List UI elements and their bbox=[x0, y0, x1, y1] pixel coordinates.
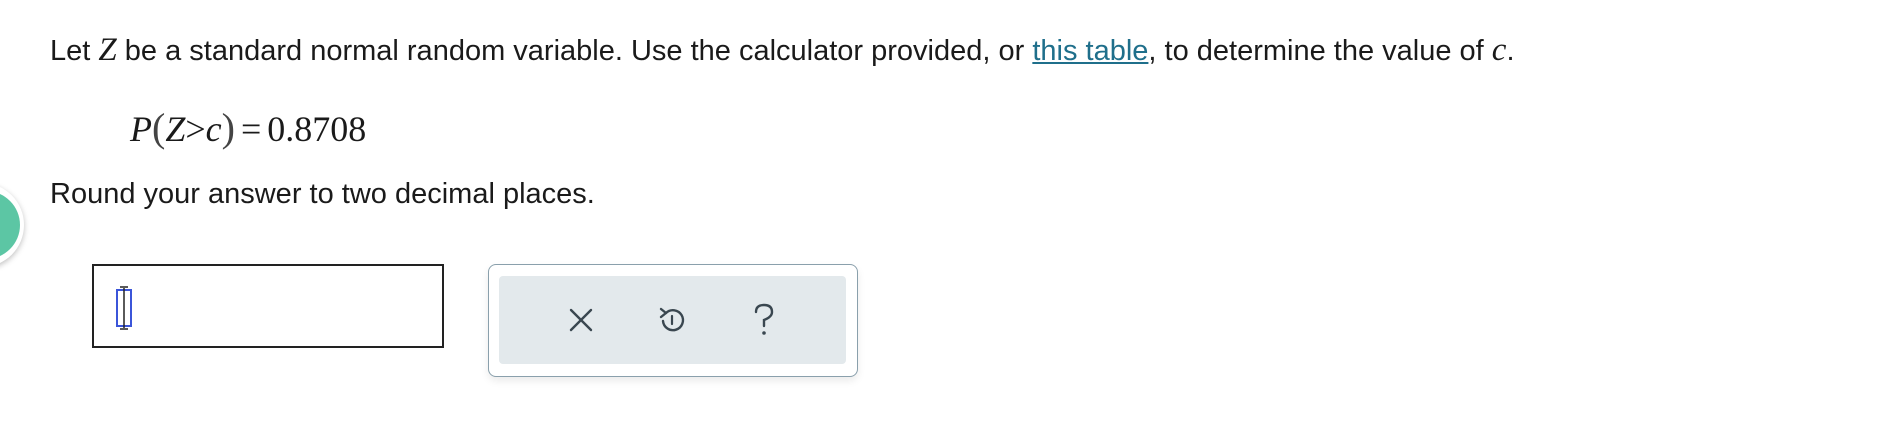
eq-equals: = bbox=[240, 109, 262, 149]
table-link[interactable]: this table bbox=[1032, 35, 1148, 67]
eq-value: 0.8708 bbox=[267, 109, 367, 149]
clear-button[interactable] bbox=[559, 298, 603, 342]
prompt-text-end: . bbox=[1506, 35, 1515, 67]
x-icon bbox=[569, 308, 593, 332]
toolbar-button-row bbox=[499, 276, 846, 364]
rounding-instruction: Round your answer to two decimal places. bbox=[50, 178, 595, 210]
probability-equation: P(Z>c) = 0.8708 bbox=[130, 104, 366, 151]
eq-open-paren: ( bbox=[152, 105, 166, 150]
prompt-text-after-link: , to determine the value of bbox=[1148, 35, 1492, 67]
text-cursor-icon bbox=[116, 286, 132, 330]
help-button[interactable] bbox=[742, 298, 786, 342]
prompt-text-start: Let bbox=[50, 35, 99, 67]
answer-toolbar bbox=[488, 264, 858, 377]
undo-button[interactable] bbox=[650, 298, 694, 342]
eq-close-paren: ) bbox=[221, 105, 235, 150]
prompt-text-middle: be a standard normal random variable. Us… bbox=[116, 35, 1033, 67]
undo-icon bbox=[660, 307, 685, 332]
eq-operator: > bbox=[185, 109, 206, 149]
eq-z: Z bbox=[165, 109, 186, 149]
side-tab-indicator bbox=[0, 191, 20, 259]
question-prompt: Let Z be a standard normal random variab… bbox=[50, 32, 1515, 69]
side-tab[interactable] bbox=[0, 183, 24, 267]
variable-c: c bbox=[1491, 32, 1507, 68]
variable-z: Z bbox=[98, 32, 117, 68]
answer-input[interactable] bbox=[92, 264, 444, 348]
eq-p: P bbox=[130, 109, 152, 149]
eq-c: c bbox=[205, 109, 222, 149]
question-mark-icon bbox=[754, 303, 774, 335]
